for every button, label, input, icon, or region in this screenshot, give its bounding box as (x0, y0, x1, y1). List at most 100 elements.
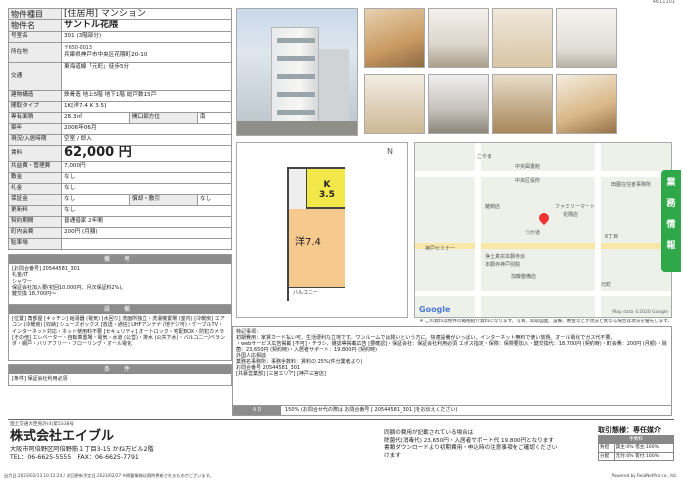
street (237, 121, 357, 135)
fee-header: 手数料 (598, 435, 674, 445)
address: 兵庫県神戸市中央区花隈町20-10 (64, 51, 148, 58)
map-label: 元町 (601, 282, 612, 288)
floor-plan: N K 3.5 洋7.4 バルコニー (236, 142, 408, 318)
kitchen-photo (428, 8, 489, 68)
transaction-mode-title: 取引態様：専任媒介 (598, 426, 661, 434)
fee-row-label: 分配 (598, 451, 615, 461)
business-info-tab[interactable]: 業 務 情 報 (661, 170, 681, 272)
window-row (277, 92, 315, 97)
map-label: 中央図書館 (515, 164, 541, 170)
fee-row-value: 元付:0% 客付:100% (613, 451, 675, 461)
sink-photo (492, 8, 553, 68)
bathroom-photo (556, 8, 617, 68)
name-label: 物件名 (8, 19, 62, 32)
window-row (277, 74, 315, 79)
key-money-value: なし (61, 182, 232, 195)
structure-label: 建物構造 (8, 89, 62, 102)
fee-note: 同額の費用が記載されている場合は 除菌代(消毒代) 23,650円・入居者サポー… (384, 430, 558, 459)
balcony-label: バルコニー (289, 287, 345, 301)
type-label: 物件種目 (8, 7, 62, 21)
parking-value (61, 237, 232, 250)
area-value: 28.3㎡ (61, 111, 130, 124)
guarantee-value: なし (61, 193, 130, 206)
guarantee-label: 保証金 (8, 193, 62, 206)
property-name: サントル花隈 (61, 19, 232, 32)
map-label: ファミリーマート (555, 204, 596, 210)
compass-icon: N (387, 147, 393, 156)
license-number: 国土交通大臣免許(4)第5338号 (10, 422, 75, 427)
page-id: 4611101 (652, 0, 675, 5)
map-road (415, 171, 671, 177)
map-label: 花隈店 (563, 212, 579, 218)
equipment-section: 設 備 [位置] 角部屋 [キッチン] 給湯器 (電気) [水回り] 洗面所独立… (8, 304, 232, 361)
location-value: 〒650-0013 兵庫県神戸市中央区花隈町20-10 (61, 41, 232, 63)
storage-photo (492, 74, 553, 134)
room-label: 号室名 (8, 30, 62, 43)
status-value: 空室 / 即入 (61, 133, 232, 146)
layout-label: 間取タイプ (8, 100, 62, 113)
map-label: 加藤整備店 (511, 274, 537, 280)
transport-value: 東海道線「元町」徒歩5分 (61, 61, 232, 91)
renewal-value: なし (61, 204, 232, 217)
renewal-label: 更新料 (8, 204, 62, 217)
amortization-label: 償却・敷引 (129, 193, 198, 206)
building-exterior-photo (236, 8, 358, 136)
company-address: 大阪市阿倍野区阿倍野筋１丁目3-15 かね万ビル2階 (10, 446, 154, 453)
ad-value: 150% (お問合せ代の際は お問合番号 [ 20544581_301 ]をお伝… (285, 407, 458, 413)
location-label: 所在地 (8, 41, 62, 63)
transport-label: 交通 (8, 61, 62, 91)
conditions-heading: 条 件 (9, 365, 231, 374)
parking-label: 駐車場 (8, 237, 62, 250)
fee-row-label: 負担 (598, 443, 615, 453)
map-label: 田園在住者事務所 (611, 182, 652, 188)
type-value: [住居用] マンション (61, 7, 232, 21)
map-label: 浄土真宗本願寺派 (485, 254, 526, 260)
map-road (415, 291, 671, 296)
deposit-value: なし (61, 171, 232, 184)
location-map[interactable]: こやま 中央図書館 中央区役所 雑餉店 ファミリーマート 花隈店 神戸セミナー … (414, 142, 672, 318)
map-copyright: Map data ©2020 Google (612, 309, 668, 315)
built-label: 築年 (8, 122, 62, 135)
tab-char: 業 (666, 178, 676, 188)
output-date: 出力日:2023/02/13 10:12:24 / 次回更新予定日:2023/0… (4, 473, 214, 478)
town-fee-value: 200円 (月額) (61, 226, 232, 239)
status-label: 現況/入居時期 (8, 133, 62, 146)
room-value: 301 (3階部分) (61, 30, 232, 43)
equipment-text: [位置] 角部屋 [キッチン] 給湯器 (電気) [水回り] 洗面所独立・洗濯機… (12, 316, 226, 347)
tab-char: 情 (666, 220, 676, 230)
window-row (277, 110, 315, 115)
wet-area (289, 169, 307, 209)
layout-value: 1K[洋7.4 K 3.5] (61, 100, 232, 113)
western-room: 洋7.4 (289, 209, 345, 287)
transaction-mode: 取引態様：専任媒介 手数料 負担 貸主:0% 借主:100% 分配 元付:0% 客付… (598, 426, 675, 461)
ad-label: ＡＤ (233, 406, 281, 415)
washroom-photo (364, 74, 425, 134)
map-label: 6丁目 (605, 234, 619, 240)
window-row (277, 38, 315, 43)
bottom-bar: 出力日:2023/02/13 10:12:24 / 次回更新予定日:2023/0… (0, 473, 683, 481)
area-label: 専有面積 (8, 111, 62, 124)
opening-label: 開口部方位 (129, 111, 198, 124)
map-label: こやま (477, 154, 493, 160)
town-fee-label: 町内会費 (8, 226, 62, 239)
google-logo: Google (419, 304, 451, 314)
rent-label: 賃料 (8, 144, 62, 162)
rent-value: 62,000 円 (61, 144, 232, 162)
company-name: 株式会社エイブル (10, 429, 115, 444)
room-size-label: 洋7.4 (295, 237, 321, 248)
remarks-section: 備 考 [お問合番号] 20544581_301 礼金/IT シャワー 保証会社… (8, 254, 232, 306)
equipment-heading: 設 備 (9, 305, 231, 314)
footer: 国土交通大臣免許(4)第5338号 株式会社エイブル 大阪市阿倍野区阿倍野筋１丁… (8, 419, 675, 471)
interior-photo (556, 74, 617, 134)
special-notes: 特記事項： 初期費用：家賃カード払い可、生活便利な立地です。ワンルームでは狭いと… (232, 326, 672, 406)
company-phone: TEL：06-6625-5555 FAX：06-6625-7791 (10, 454, 139, 461)
tab-char: 報 (666, 241, 676, 251)
hallway-photo (428, 74, 489, 134)
property-spec-table: 物件種目 [住居用] マンション 物件名 サントル花隈 号室名 301 (3階部分) … (8, 7, 232, 250)
tab-char: 務 (666, 199, 676, 209)
map-label: 神戸セミナー (425, 246, 456, 252)
fee-row-value: 貸主:0% 借主:100% (613, 443, 675, 453)
floor-plan-outline: K 3.5 洋7.4 バルコニー (287, 167, 345, 301)
room-photo-1 (364, 8, 425, 68)
kitchen-label: K 3.5 (319, 180, 335, 200)
